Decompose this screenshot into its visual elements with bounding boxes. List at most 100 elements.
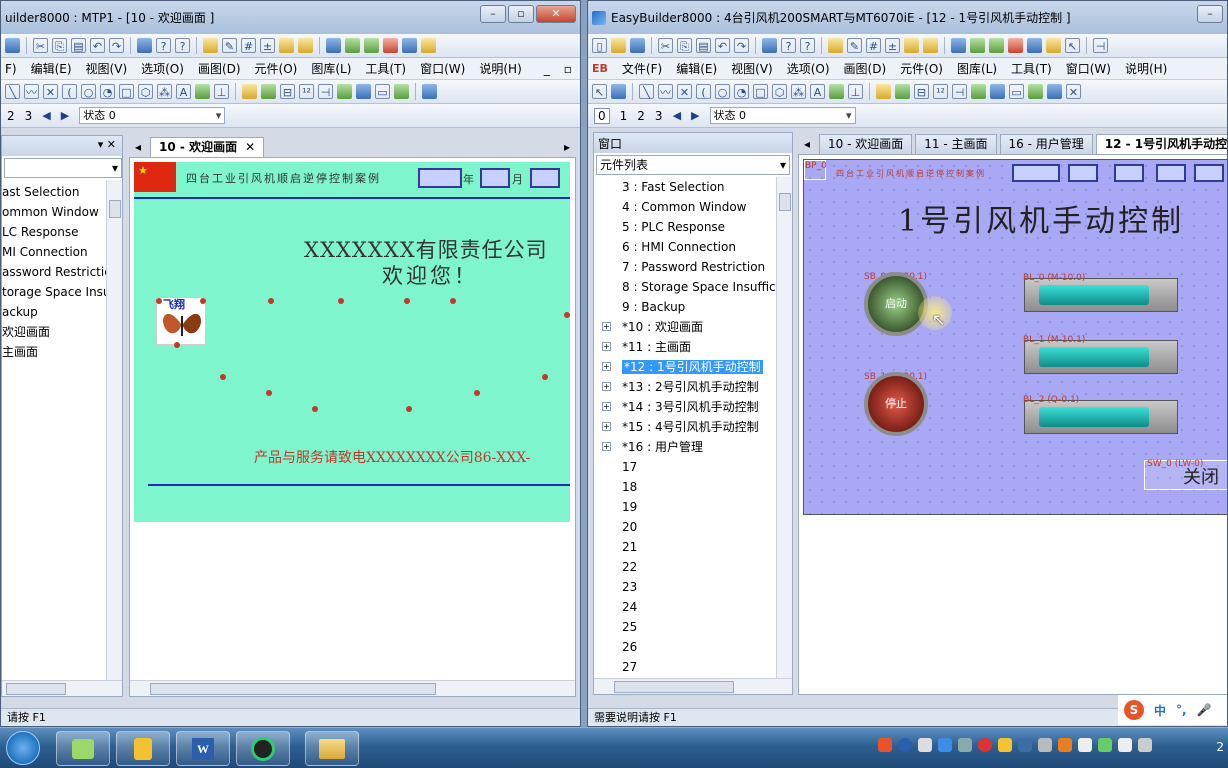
next-state-icon[interactable]: ▶ — [61, 109, 69, 122]
polygon-icon[interactable]: ⬡ — [772, 84, 787, 99]
online-sim-icon[interactable] — [383, 38, 398, 53]
tree-item[interactable]: assword Restrictic — [2, 262, 122, 282]
menu-objects[interactable]: 元件(O) — [900, 60, 943, 77]
rect-icon[interactable]: □ — [753, 84, 768, 99]
left-panel-pin-icon[interactable]: ▾ ✕ — [98, 138, 116, 151]
tab-fan1-manual[interactable]: 12 - 1号引风机手动控制 — [1095, 134, 1227, 154]
right-titlebar[interactable]: EasyBuilder8000 : 4台引风机200SMART与MT6070iE… — [588, 1, 1227, 34]
line-icon[interactable]: ╲ — [5, 84, 20, 99]
tree-item[interactable]: 7 : Password Restriction — [594, 257, 792, 277]
tree-item[interactable]: + *12 : 1号引风机手动控制 — [594, 357, 792, 377]
app-icon[interactable] — [592, 10, 606, 25]
tree-item[interactable]: 23 — [594, 577, 792, 597]
pen-icon[interactable]: ✎ — [847, 38, 862, 53]
expand-icon[interactable]: + — [602, 342, 611, 351]
tab-scroll-left-icon[interactable]: ◂ — [129, 137, 147, 157]
tab-user-mgmt[interactable]: 16 - 用户管理 — [999, 134, 1093, 154]
align-icon[interactable]: ± — [885, 38, 900, 53]
help-tray-icon[interactable] — [898, 738, 912, 752]
undo-icon[interactable]: ↶ — [90, 38, 105, 53]
tree-item[interactable]: ommon Window — [2, 202, 122, 222]
expand-icon[interactable]: + — [602, 422, 611, 431]
online-sim-icon[interactable] — [1008, 38, 1023, 53]
more-icon[interactable]: ⊣ — [1093, 38, 1108, 53]
keyboard-icon[interactable] — [422, 84, 437, 99]
edit-icon[interactable] — [1046, 38, 1061, 53]
tab-welcome[interactable]: 10 - 欢迎画面 — [819, 134, 913, 154]
network-icon[interactable] — [1098, 738, 1112, 752]
maximize-button[interactable]: ▫ — [508, 5, 534, 23]
traffic-icon[interactable] — [261, 84, 276, 99]
cut-icon[interactable]: ✂ — [33, 38, 48, 53]
close-window-button[interactable]: SW_0 (LW-0) 关闭 — [1144, 459, 1227, 490]
text-icon[interactable]: A — [176, 84, 191, 99]
taskbar-app-2[interactable] — [116, 731, 170, 766]
tree-item[interactable]: ast Selection — [2, 182, 122, 202]
download-icon[interactable] — [402, 38, 417, 53]
tab-scroll-right-icon[interactable]: ▸ — [558, 137, 576, 157]
tools-icon[interactable] — [326, 38, 341, 53]
slider-icon[interactable] — [394, 84, 409, 99]
menu-file[interactable]: F) — [5, 62, 17, 76]
tab-scroll-left-icon[interactable]: ◂ — [798, 134, 816, 154]
tab-main[interactable]: 11 - 主画面 — [915, 134, 997, 154]
tree-item[interactable]: 4 : Common Window — [594, 197, 792, 217]
traffic-icon[interactable] — [895, 84, 910, 99]
tab-close-icon[interactable]: ✕ — [245, 140, 255, 154]
expand-icon[interactable]: + — [602, 362, 611, 371]
state-select[interactable]: 状态 0 — [709, 107, 856, 124]
menu-draw[interactable]: 画图(D) — [198, 60, 241, 77]
menu-view[interactable]: 视图(V) — [731, 60, 773, 77]
clock[interactable]: 2 — [1216, 740, 1224, 754]
bulb-icon[interactable] — [876, 84, 891, 99]
arc-icon[interactable]: ( — [62, 84, 77, 99]
tree-item[interactable]: 欢迎画面 — [2, 322, 122, 342]
picture-icon[interactable] — [195, 84, 210, 99]
bulb-icon[interactable] — [242, 84, 257, 99]
frame2-icon[interactable] — [298, 38, 313, 53]
taskbar-explorer[interactable] — [305, 731, 359, 766]
copy-icon[interactable]: ⎘ — [677, 38, 692, 53]
tree-item[interactable]: LC Response — [2, 222, 122, 242]
edit-icon[interactable] — [421, 38, 436, 53]
security-icon[interactable] — [1018, 738, 1032, 752]
compile-icon[interactable] — [345, 38, 360, 53]
state-3-button[interactable]: 3 — [25, 109, 33, 123]
state-2-button[interactable]: 2 — [637, 109, 645, 123]
mdi-minimize-button[interactable]: _ — [544, 62, 550, 76]
tree-item[interactable]: 19 — [594, 497, 792, 517]
tree-item[interactable]: 5 : PLC Response — [594, 217, 792, 237]
tab-welcome[interactable]: 10 - 欢迎画面 ✕ — [150, 137, 265, 157]
menu-window[interactable]: 窗口(W) — [420, 60, 465, 77]
tree-item[interactable]: + *16 : 用户管理 — [594, 437, 792, 457]
line-icon[interactable]: ╲ — [639, 84, 654, 99]
mdi-restore-button[interactable]: ▫ — [564, 62, 572, 76]
switch-icon[interactable]: ⊣ — [318, 84, 333, 99]
library-icon[interactable] — [203, 38, 218, 53]
align-icon[interactable]: ± — [260, 38, 275, 53]
save-icon[interactable] — [5, 38, 20, 53]
phone-icon[interactable] — [1038, 738, 1052, 752]
pen-icon[interactable]: ✎ — [222, 38, 237, 53]
pie-icon[interactable]: ◔ — [734, 84, 749, 99]
flag-icon[interactable] — [1138, 738, 1152, 752]
pointer-icon[interactable]: ↖ — [1065, 38, 1080, 53]
state-0-button[interactable]: 0 — [594, 107, 610, 124]
paste-icon[interactable]: ▤ — [71, 38, 86, 53]
tree-item[interactable]: 6 : HMI Connection — [594, 237, 792, 257]
expand-icon[interactable]: + — [602, 382, 611, 391]
taskbar-app-1[interactable] — [56, 731, 110, 766]
tree-item[interactable]: 26 — [594, 637, 792, 657]
menu-objects[interactable]: 元件(O) — [255, 60, 298, 77]
expand-icon[interactable]: + — [602, 402, 611, 411]
expand-icon[interactable]: + — [602, 322, 611, 331]
menu-view[interactable]: 视图(V) — [86, 60, 128, 77]
tree-item[interactable]: 25 — [594, 617, 792, 637]
new-icon[interactable]: ▯ — [592, 38, 607, 53]
open-icon[interactable] — [611, 38, 626, 53]
scale-icon[interactable]: ⁂ — [157, 84, 172, 99]
sim-pointer-icon[interactable] — [611, 84, 626, 99]
tree-item[interactable]: 8 : Storage Space Insuffici — [594, 277, 792, 297]
select-icon[interactable]: ↖ — [592, 84, 607, 99]
tree-item[interactable]: 20 — [594, 517, 792, 537]
